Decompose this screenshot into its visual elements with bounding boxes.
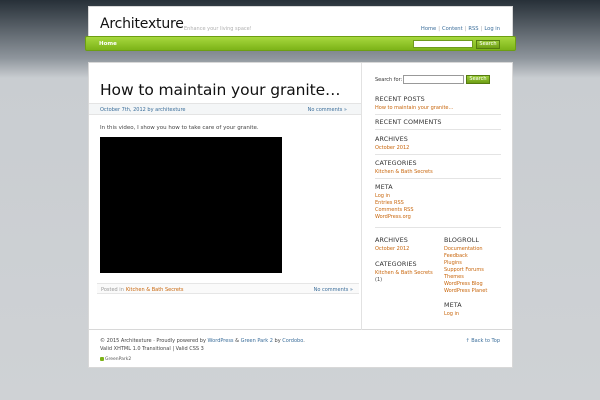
main-column: How to maintain your granite… October 7t… — [89, 63, 362, 331]
blogroll-link[interactable]: Themes — [444, 274, 464, 280]
recent-post-link[interactable]: How to maintain your granite… — [375, 105, 454, 111]
footer-greenpark-link[interactable]: Green Park 2 — [241, 338, 273, 344]
site-header: Architexture Enhance your living space! … — [88, 6, 513, 36]
category-link[interactable]: Kitchen & Bath Secrets — [375, 270, 433, 276]
video-player[interactable] — [100, 137, 282, 273]
widget-title: META — [444, 301, 462, 309]
post-footer-bar: Posted in Kitchen & Bath Secrets No comme… — [97, 283, 359, 294]
footer-amp: & — [235, 338, 240, 344]
footer-valid: Valid XHTML 1.0 Transitional | Valid CSS… — [100, 346, 204, 352]
divider — [375, 154, 501, 155]
site-title[interactable]: Architexture — [100, 16, 184, 32]
post-title[interactable]: How to maintain your granite… — [100, 81, 341, 99]
widget-categories-2: CATEGORIES Kitchen & Bath Secrets (1) — [375, 260, 433, 284]
footer-period: . — [303, 338, 305, 344]
category-link[interactable]: Kitchen & Bath Secrets — [375, 169, 433, 175]
widget-meta-2: META Log in — [444, 301, 462, 318]
divider — [375, 129, 501, 130]
blogroll-link[interactable]: Support Forums — [444, 267, 484, 273]
widget-categories: CATEGORIES Kitchen & Bath Secrets — [375, 159, 433, 176]
post-date-author: October 7th, 2012 by architexture — [100, 107, 186, 113]
nav-bar: Home Search — [85, 36, 516, 51]
nav-home-link[interactable]: Home — [99, 41, 117, 47]
footer-copyright: © 2015 Architexture · Proudly powered by — [100, 338, 206, 344]
site-description: Enhance your living space! — [184, 26, 252, 32]
post-footer-comments-link[interactable]: No comments » — [314, 287, 353, 293]
sidebar-search-input[interactable] — [403, 75, 464, 84]
blogroll-link[interactable]: Feedback — [444, 253, 468, 259]
post-comments-link[interactable]: No comments » — [308, 107, 347, 113]
page: Architexture Enhance your living space! … — [85, 0, 516, 400]
top-links: Home | Content | RSS | Log in — [420, 26, 500, 32]
back-to-top-link[interactable]: ↑ Back to Top — [465, 338, 500, 344]
divider — [375, 227, 501, 228]
posted-in: Posted in Kitchen & Bath Secrets — [101, 287, 184, 293]
footer-by: by — [274, 338, 281, 344]
badge-text: GreenPark2 — [105, 357, 132, 362]
widget-archives-2: ARCHIVES October 2012 — [375, 236, 409, 253]
widget-title: BLOGROLL — [444, 236, 480, 244]
footer-credits: © 2015 Architexture · Proudly powered by… — [100, 338, 305, 344]
archive-link[interactable]: October 2012 — [375, 246, 409, 252]
meta-link-comments-rss[interactable]: Comments RSS — [375, 207, 414, 213]
widget-title: CATEGORIES — [375, 260, 417, 268]
leaf-icon — [100, 357, 104, 361]
top-link-content[interactable]: Content — [442, 26, 463, 32]
nav-search-button[interactable]: Search — [476, 40, 500, 49]
widget-title: ARCHIVES — [375, 236, 408, 244]
divider — [375, 178, 501, 179]
greenpark-badge[interactable]: GreenPark2 — [100, 357, 134, 364]
widget-title: CATEGORIES — [375, 159, 417, 167]
meta-link-entries-rss[interactable]: Entries RSS — [375, 200, 404, 206]
blogroll-link[interactable]: Plugins — [444, 260, 462, 266]
blogroll-link[interactable]: Documentation — [444, 246, 483, 252]
top-link-login[interactable]: Log in — [484, 26, 500, 32]
blogroll-link[interactable]: WordPress Planet — [444, 288, 487, 294]
archive-link[interactable]: October 2012 — [375, 145, 409, 151]
meta-link-login[interactable]: Log in — [375, 193, 390, 199]
posted-in-label: Posted in — [101, 287, 124, 293]
widget-title: RECENT COMMENTS — [375, 118, 442, 126]
meta-link-wordpress-org[interactable]: WordPress.org — [375, 214, 411, 220]
footer-author-link[interactable]: Cordobo — [282, 338, 303, 344]
widget-blogroll: BLOGROLL Documentation Feedback Plugins … — [444, 236, 487, 295]
widget-archives: ARCHIVES October 2012 — [375, 135, 409, 152]
widget-title: META — [375, 183, 393, 191]
sidebar-search-button[interactable]: Search — [466, 75, 490, 84]
top-link-rss[interactable]: RSS — [468, 26, 478, 32]
widget-title: ARCHIVES — [375, 135, 408, 143]
blogroll-link[interactable]: WordPress Blog — [444, 281, 483, 287]
nav-search-input[interactable] — [413, 40, 473, 48]
category-count: (1) — [375, 277, 383, 283]
post-body-text: In this video, I show you how to take ca… — [100, 125, 259, 131]
top-link-home[interactable]: Home — [421, 26, 436, 32]
footer-wordpress-link[interactable]: WordPress — [208, 338, 234, 344]
site-footer: © 2015 Architexture · Proudly powered by… — [88, 330, 513, 368]
widget-title: RECENT POSTS — [375, 95, 425, 103]
meta-link-login[interactable]: Log in — [444, 311, 459, 317]
widget-recent-comments: RECENT COMMENTS — [375, 118, 442, 128]
sidebar-search-label: Search for: — [375, 77, 403, 83]
widget-meta: META Log in Entries RSS Comments RSS Wor… — [375, 183, 414, 221]
content-area: How to maintain your granite… October 7t… — [88, 62, 513, 331]
widget-recent-posts: RECENT POSTS How to maintain your granit… — [375, 95, 454, 112]
post-category-link[interactable]: Kitchen & Bath Secrets — [126, 287, 184, 293]
sidebar: Search for: Search RECENT POSTS How to m… — [363, 63, 513, 331]
divider — [375, 114, 501, 115]
post-meta-bar: October 7th, 2012 by architexture No com… — [89, 103, 361, 115]
